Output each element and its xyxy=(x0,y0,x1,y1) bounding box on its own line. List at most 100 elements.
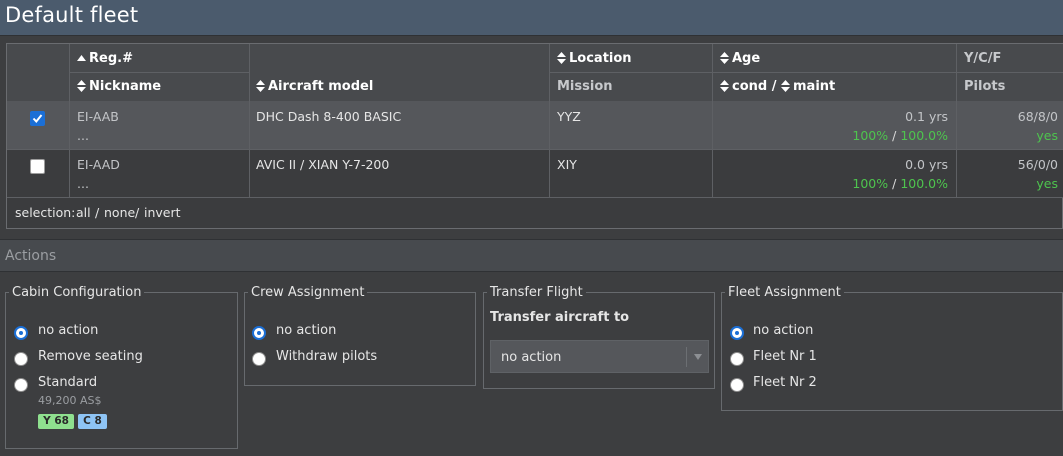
nickname-cell[interactable]: ... xyxy=(77,128,89,143)
condition-maintenance-cell: 100% / 100.0% xyxy=(852,176,948,191)
crew-no-action-radio[interactable] xyxy=(252,326,266,340)
column-divider xyxy=(69,44,70,197)
fleet-assignment-group: Fleet Assignment no action Fleet Nr 1 Fl… xyxy=(721,285,1063,411)
selection-separator: / xyxy=(135,205,140,220)
sort-arrows-icon[interactable] xyxy=(557,51,566,64)
column-nickname-label: Nickname xyxy=(89,79,162,94)
selection-label: selection: xyxy=(15,205,76,220)
selection-separator: / xyxy=(95,205,100,220)
crew-no-action-label[interactable]: no action xyxy=(276,323,336,338)
ycf-cell: 68/8/0 xyxy=(1017,109,1058,124)
column-aircraft-model[interactable]: Aircraft model xyxy=(256,79,373,94)
fleet-nr-1-label[interactable]: Fleet Nr 1 xyxy=(753,349,817,364)
column-reg[interactable]: Reg.# xyxy=(77,51,133,66)
column-cond-maint[interactable]: cond / maint xyxy=(720,79,835,94)
fleet-no-action-radio[interactable] xyxy=(730,326,744,340)
value-separator: / xyxy=(892,128,897,143)
aircraft-model-cell: DHC Dash 8-400 BASIC xyxy=(256,109,402,124)
chevron-down-icon[interactable] xyxy=(686,347,708,367)
table-row[interactable]: EI-AAB ... DHC Dash 8-400 BASIC YYZ 0.1 … xyxy=(7,101,1063,149)
fleet-nr-1-radio[interactable] xyxy=(730,352,744,366)
fleet-nr-2-radio[interactable] xyxy=(730,378,744,392)
column-nickname[interactable]: Nickname xyxy=(77,79,161,94)
column-maint-label: maint xyxy=(793,79,836,94)
ycf-cell: 56/0/0 xyxy=(1017,157,1058,172)
crew-assignment-legend: Crew Assignment xyxy=(248,285,368,300)
sort-arrows-icon[interactable] xyxy=(77,79,86,92)
transfer-destination-value: no action xyxy=(501,350,562,365)
crew-assignment-group: Crew Assignment no action Withdraw pilot… xyxy=(244,285,476,386)
reg-cell[interactable]: EI-AAB xyxy=(77,109,119,124)
actions-header: Actions xyxy=(0,239,1063,272)
pilots-cell: yes xyxy=(1036,128,1058,143)
column-age[interactable]: Age xyxy=(720,51,760,66)
cabin-no-action-label[interactable]: no action xyxy=(38,323,98,338)
column-location[interactable]: Location xyxy=(557,51,632,66)
value-separator: / xyxy=(892,176,897,191)
sort-arrows-icon[interactable] xyxy=(720,79,729,92)
column-divider xyxy=(712,44,713,197)
select-invert-link[interactable]: invert xyxy=(144,205,181,220)
economy-seats-badge: Y 68 xyxy=(38,414,74,429)
aircraft-model-cell: AVIC II / XIAN Y-7-200 xyxy=(256,157,390,172)
condition-value: 100% xyxy=(852,128,889,143)
cabin-remove-seating-label[interactable]: Remove seating xyxy=(38,349,143,364)
fleet-nr-2-label[interactable]: Fleet Nr 2 xyxy=(753,375,817,390)
row-select-checkbox[interactable] xyxy=(30,159,45,174)
nickname-cell[interactable]: ... xyxy=(77,176,89,191)
column-cond-label: cond xyxy=(732,79,768,94)
checkmark-icon xyxy=(32,114,43,124)
maintenance-value: 100.0% xyxy=(900,128,948,143)
column-location-label: Location xyxy=(569,51,632,66)
maintenance-value: 100.0% xyxy=(900,176,948,191)
condition-maintenance-cell: 100% / 100.0% xyxy=(852,128,948,143)
column-divider xyxy=(549,44,550,197)
crew-withdraw-pilots-radio[interactable] xyxy=(252,352,266,366)
condition-value: 100% xyxy=(852,176,889,191)
cabin-configuration-group: Cabin Configuration no action Remove sea… xyxy=(5,285,238,449)
selection-bar: selection: all / none / invert xyxy=(7,197,1063,228)
transfer-flight-legend: Transfer Flight xyxy=(487,285,586,300)
select-none-link[interactable]: none xyxy=(104,205,135,220)
page-title: Default fleet xyxy=(5,3,139,27)
column-divider xyxy=(956,44,957,197)
age-cell: 0.0 yrs xyxy=(905,157,948,172)
cabin-no-action-radio[interactable] xyxy=(14,326,28,340)
column-ycf: Y/C/F xyxy=(964,51,1002,66)
cabin-configuration-legend: Cabin Configuration xyxy=(9,285,145,300)
location-cell: XIY xyxy=(557,157,577,172)
column-aircraft-model-label: Aircraft model xyxy=(268,79,374,94)
reg-cell[interactable]: EI-AAD xyxy=(77,157,120,172)
column-mission: Mission xyxy=(557,79,613,94)
location-cell: YYZ xyxy=(557,109,581,124)
transfer-destination-select[interactable]: no action xyxy=(490,340,709,373)
select-all-link[interactable]: all xyxy=(76,205,91,220)
actions-title: Actions xyxy=(5,248,57,264)
column-divider xyxy=(249,44,250,197)
cabin-standard-label[interactable]: Standard xyxy=(38,375,97,390)
fleet-no-action-label[interactable]: no action xyxy=(753,323,813,338)
cabin-standard-radio[interactable] xyxy=(14,378,28,392)
column-age-label: Age xyxy=(732,51,761,66)
header-divider xyxy=(549,72,1063,73)
cabin-remove-seating-radio[interactable] xyxy=(14,352,28,366)
sort-arrows-icon[interactable] xyxy=(781,79,791,92)
row-select-checkbox[interactable] xyxy=(30,111,45,126)
fleet-assignment-legend: Fleet Assignment xyxy=(725,285,844,300)
sort-up-icon[interactable] xyxy=(77,54,86,61)
pilots-cell: yes xyxy=(1036,176,1058,191)
sort-arrows-icon[interactable] xyxy=(256,79,265,92)
sort-arrows-icon[interactable] xyxy=(720,51,729,64)
row-divider xyxy=(7,149,1063,150)
column-pilots: Pilots xyxy=(964,79,1006,94)
page-header: Default fleet xyxy=(0,0,1063,36)
crew-withdraw-pilots-label[interactable]: Withdraw pilots xyxy=(276,349,377,364)
column-reg-label: Reg.# xyxy=(89,51,133,66)
business-seats-badge: C 8 xyxy=(78,414,107,429)
table-row[interactable]: EI-AAD ... AVIC II / XIAN Y-7-200 XIY 0.… xyxy=(7,149,1063,197)
fleet-table: Reg.# Nickname Aircraft model Location M… xyxy=(6,43,1063,229)
column-cond-maint-separator: / xyxy=(771,79,777,94)
age-cell: 0.1 yrs xyxy=(905,109,948,124)
transfer-flight-group: Transfer Flight Transfer aircraft to no … xyxy=(483,285,715,389)
standard-price: 49,200 AS$ xyxy=(38,394,102,407)
